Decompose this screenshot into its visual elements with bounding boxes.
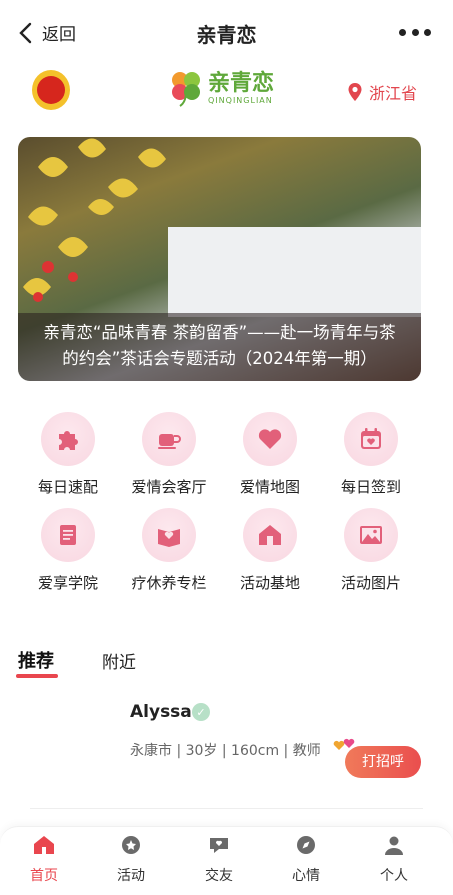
clover-icon	[172, 72, 200, 107]
feature-recuperation-column[interactable]: 疗休养专栏	[119, 508, 219, 593]
feature-activity-photos[interactable]: 活动图片	[321, 508, 421, 593]
puzzle-icon	[59, 431, 78, 450]
tabbar-label: 首页	[30, 868, 58, 884]
feature-label: 爱享学院	[37, 574, 98, 592]
tabbar-label: 个人	[380, 868, 408, 884]
event-banner[interactable]: 亲青恋“品味青春 茶韵留香”——赴一场青年与茶 的约会”茶话会专题活动（2024…	[18, 137, 421, 381]
feature-label: 爱情地图	[239, 478, 300, 496]
feature-daily-match[interactable]: 每日速配	[18, 412, 118, 497]
feature-label: 每日签到	[340, 478, 401, 496]
tabbar-item-profile[interactable]: 个人	[364, 833, 424, 885]
page-title: 亲青恋	[196, 23, 257, 47]
feed-tabs: 推荐 附近	[0, 645, 453, 685]
navigation-bar: 返回 亲青恋	[0, 0, 453, 62]
feature-love-academy[interactable]: 爱享学院	[18, 508, 118, 593]
verified-badge-icon: ✓	[192, 703, 210, 721]
feature-label: 疗休养专栏	[131, 574, 207, 592]
feature-love-lounge[interactable]: 爱情会客厅	[119, 412, 219, 497]
brand-row: 亲青恋 QINQINGLIAN 浙江省	[0, 62, 453, 122]
house-icon	[259, 525, 281, 545]
banner-caption-line: 亲青恋“品味青春 茶韵留香”——赴一场青年与茶	[43, 323, 396, 342]
feature-label: 爱情会客厅	[131, 478, 207, 496]
compass-icon	[297, 836, 315, 854]
app-logo: 亲青恋 QINQINGLIAN	[168, 68, 274, 108]
more-button[interactable]	[399, 22, 431, 42]
chat-icon	[210, 838, 228, 853]
feature-activity-base[interactable]: 活动基地	[220, 508, 320, 593]
person-icon	[385, 836, 403, 855]
banner-caption: 亲青恋“品味青春 茶韵留香”——赴一场青年与茶 的约会”茶话会专题活动（2024…	[18, 313, 421, 381]
banner-caption-line: 的约会”茶话会专题活动（2024年第一期）	[62, 349, 377, 368]
greet-button[interactable]: 打招呼	[345, 746, 421, 778]
home-icon	[34, 836, 54, 854]
cup-icon	[158, 434, 181, 449]
profile-info: 永康市 | 30岁 | 160cm | 教师	[130, 743, 321, 759]
book-heart-icon	[158, 529, 180, 547]
location-label: 浙江省	[368, 84, 417, 103]
tabbar-label: 活动	[117, 868, 145, 884]
bottom-tab-bar: 首页 活动 交友 心情 个人	[0, 826, 453, 895]
tabbar-label: 心情	[292, 868, 320, 884]
tabbar-label: 交友	[205, 868, 233, 884]
feature-love-map[interactable]: 爱情地图	[220, 412, 320, 497]
more-dot-icon	[399, 28, 406, 36]
feature-label: 活动图片	[340, 574, 401, 592]
heart-icon	[258, 429, 282, 449]
picture-icon	[360, 526, 382, 544]
tabbar-item-dating[interactable]: 交友	[189, 833, 249, 885]
tabbar-item-activity[interactable]: 活动	[101, 833, 161, 885]
active-tab-indicator	[16, 674, 58, 678]
activity-icon	[122, 836, 140, 854]
feature-label: 每日速配	[37, 478, 98, 496]
location-pin-icon	[348, 83, 362, 101]
calendar-icon	[361, 428, 381, 449]
youth-league-emblem-icon	[32, 70, 70, 110]
logo-title: 亲青恋	[208, 70, 275, 96]
feature-label: 活动基地	[239, 574, 300, 592]
tabbar-item-mood[interactable]: 心情	[276, 833, 336, 885]
profile-card[interactable]: Alyssa ✓ 永康市 | 30岁 | 160cm | 教师 打招呼	[0, 690, 453, 808]
scroll-icon	[60, 525, 76, 545]
logo-subtitle: QINQINGLIAN	[208, 95, 273, 105]
banner-table-area	[168, 227, 421, 317]
location-selector[interactable]: 浙江省	[347, 80, 417, 104]
divider	[30, 808, 423, 809]
profile-name: Alyssa	[130, 702, 192, 722]
more-dot-icon	[424, 28, 431, 36]
tab-recommend[interactable]: 推荐	[18, 647, 54, 673]
feature-daily-checkin[interactable]: 每日签到	[321, 412, 421, 497]
tabbar-item-home[interactable]: 首页	[14, 833, 74, 885]
tab-nearby[interactable]: 附近	[102, 648, 136, 673]
more-dot-icon	[411, 28, 419, 36]
